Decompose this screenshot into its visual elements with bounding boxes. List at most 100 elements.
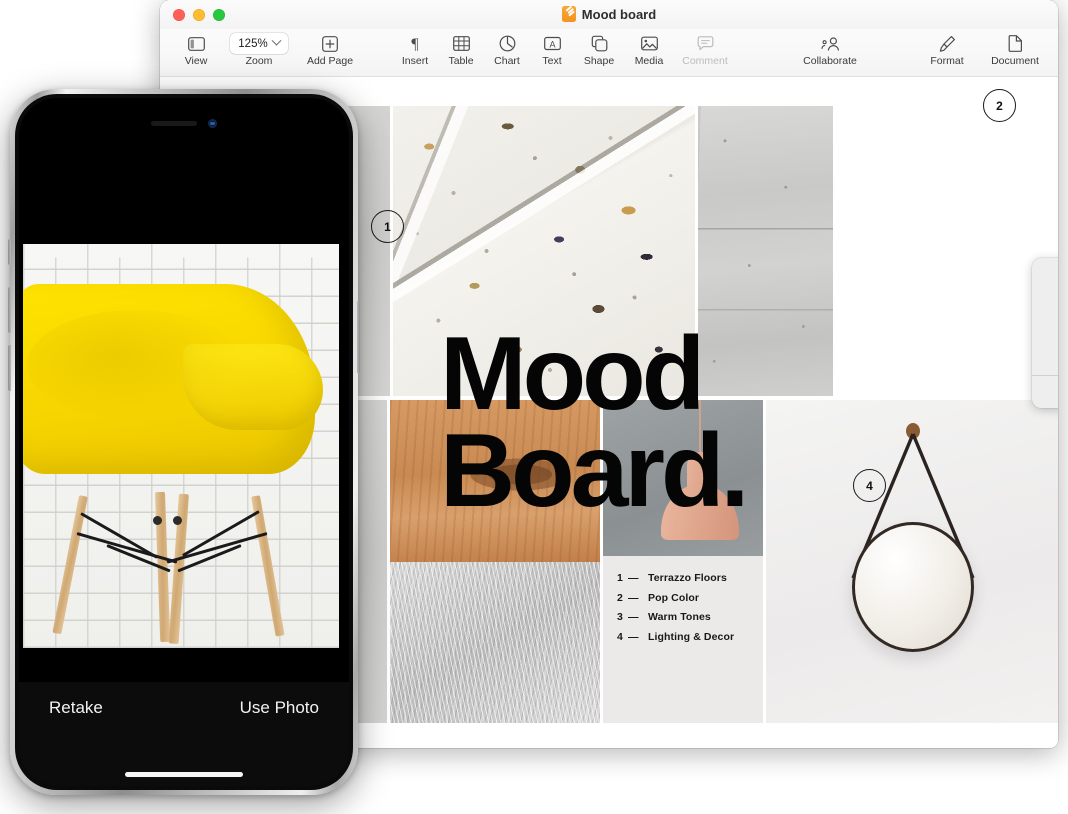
- speaker-grille-icon: [151, 121, 197, 126]
- toolbar-comment-label: Comment: [682, 55, 728, 67]
- toolbar-zoom-control[interactable]: 125% Zoom: [224, 29, 294, 67]
- legend-list: 1 — Terrazzo Floors 2 — Pop Color 3 — Wa…: [617, 572, 734, 650]
- image-tile-hanging-mirror[interactable]: [766, 400, 1058, 723]
- iphone-mute-switch[interactable]: [8, 239, 11, 265]
- toolbar-collaborate-label: Collaborate: [803, 55, 857, 67]
- annotation-badge-2[interactable]: 2: [983, 89, 1016, 122]
- legend-label: Terrazzo Floors: [648, 572, 727, 584]
- legend-number: 2: [617, 591, 623, 604]
- toolbar-insert-label: Insert: [401, 55, 429, 67]
- chair-hub-1: [153, 516, 162, 525]
- window-titlebar: Mood board: [160, 0, 1058, 29]
- toolbar-collaborate-group: Collaborate: [788, 29, 872, 77]
- legend-dash: —: [628, 591, 639, 604]
- annotation-badge-1[interactable]: 1: [371, 210, 404, 243]
- legend-dash: —: [628, 611, 639, 623]
- insert-from-iphone-popover: Take a photo with “Derek’s iPhone” Cance…: [1032, 258, 1058, 409]
- toolbar-view-label: View: [184, 55, 208, 67]
- toolbar-document-label: Document: [991, 55, 1039, 67]
- legend-item: 2 — Pop Color: [617, 592, 734, 604]
- toolbar-table-button[interactable]: Table: [438, 29, 484, 67]
- text-box-icon: A: [543, 33, 561, 54]
- use-photo-button[interactable]: Use Photo: [240, 698, 319, 718]
- comment-bubble-icon: [697, 33, 714, 54]
- toolbar-shape-button[interactable]: Shape: [574, 29, 624, 67]
- toolbar-zoom-label: Zoom: [245, 55, 273, 67]
- legend-panel[interactable]: 1 — Terrazzo Floors 2 — Pop Color 3 — Wa…: [603, 556, 763, 723]
- home-indicator[interactable]: [125, 772, 243, 777]
- legend-label: Warm Tones: [648, 611, 711, 623]
- toolbar-media-label: Media: [634, 55, 664, 67]
- toolbar-comment-button[interactable]: Comment: [674, 29, 736, 67]
- popover-cancel-button[interactable]: Cancel: [1032, 376, 1058, 408]
- legend-number: 4: [617, 630, 623, 643]
- chevron-down-icon: [271, 35, 282, 46]
- toolbar-center-group: ¶ Insert Table Chart A Text Shape Media …: [392, 29, 736, 77]
- retake-button[interactable]: Retake: [49, 698, 103, 718]
- toolbar-text-label: Text: [542, 55, 562, 67]
- toolbar-collaborate-button[interactable]: Collaborate: [788, 29, 872, 67]
- toolbar-text-button[interactable]: A Text: [530, 29, 574, 67]
- mirror-glass: [852, 522, 974, 652]
- iphone-volume-up-button[interactable]: [8, 287, 11, 333]
- iphone-volume-down-button[interactable]: [8, 345, 11, 391]
- shapes-icon: [591, 33, 608, 54]
- toolbar-document-button[interactable]: Document: [978, 29, 1052, 67]
- page-title[interactable]: Mood Board.: [440, 316, 749, 529]
- collaborate-person-icon: [820, 33, 840, 54]
- toolbar-format-label: Format: [930, 55, 964, 67]
- window-title-text: Mood board: [581, 6, 657, 22]
- pages-document-icon: [561, 6, 576, 22]
- camera-preview-controls: Retake Use Photo: [19, 682, 349, 786]
- toolbar-view-button[interactable]: View: [168, 29, 224, 67]
- legend-dash: —: [628, 630, 639, 643]
- sidebar-icon: [187, 33, 205, 54]
- toolbar-right-group: Format Document: [916, 29, 1052, 77]
- document-page-icon: [1008, 33, 1023, 54]
- legend-dash: —: [628, 572, 639, 584]
- legend-label: Lighting & Decor: [648, 630, 735, 643]
- toolbar-insert-button[interactable]: ¶ Insert: [392, 29, 438, 67]
- plus-box-icon: [322, 33, 338, 54]
- chair-hub-2: [173, 516, 182, 525]
- camera-action-row: Retake Use Photo: [19, 698, 349, 718]
- svg-text:¶: ¶: [411, 36, 419, 52]
- window-title-group: Mood board: [160, 6, 1058, 22]
- popover-line2: “Derek’s iPhone”: [1042, 347, 1058, 363]
- toolbar-shape-label: Shape: [583, 55, 615, 67]
- chair-shading: [27, 310, 242, 420]
- screenshot-stage: Mood board View 125% Zoom Add Page ¶ Ins…: [0, 0, 1068, 814]
- table-icon: [452, 33, 470, 54]
- image-tile-blank-right[interactable]: [836, 106, 1058, 396]
- toolbar-chart-button[interactable]: Chart: [484, 29, 530, 67]
- page-title-line1: Mood: [440, 316, 705, 432]
- app-toolbar: View 125% Zoom Add Page ¶ Insert Table C…: [160, 29, 1058, 77]
- iphone-notch-hardware: [151, 119, 217, 128]
- pie-chart-icon: [499, 33, 516, 54]
- toolbar-left-group: View 125% Zoom Add Page: [168, 29, 366, 77]
- legend-label: Pop Color: [648, 591, 700, 604]
- popover-body: Take a photo with “Derek’s iPhone”: [1032, 258, 1058, 375]
- pilcrow-icon: ¶: [408, 33, 422, 54]
- zoom-select[interactable]: 125%: [230, 33, 288, 54]
- toolbar-media-button[interactable]: Media: [624, 29, 674, 67]
- toolbar-add-page-button[interactable]: Add Page: [294, 29, 366, 67]
- annotation-badge-4[interactable]: 4: [853, 469, 886, 502]
- toolbar-format-button[interactable]: Format: [916, 29, 978, 67]
- iphone-side-button[interactable]: [357, 301, 360, 373]
- svg-text:A: A: [549, 39, 555, 49]
- photo-preview[interactable]: [23, 244, 339, 648]
- legend-number: 1: [617, 572, 623, 584]
- iphone-device: Retake Use Photo: [8, 89, 360, 795]
- legend-item: 4 — Lighting & Decor: [617, 631, 734, 643]
- image-tile-fur-rug[interactable]: [390, 562, 600, 723]
- iphone-screen[interactable]: Retake Use Photo: [19, 98, 349, 786]
- iphone-bezel: Retake Use Photo: [15, 94, 353, 790]
- toolbar-chart-label: Chart: [494, 55, 520, 67]
- legend-item: 1 — Terrazzo Floors: [617, 572, 734, 584]
- legend-item: 3 — Warm Tones: [617, 611, 734, 623]
- page-title-line2: Board.: [440, 412, 749, 529]
- toolbar-table-label: Table: [448, 55, 474, 67]
- toolbar-add-page-label: Add Page: [306, 55, 354, 67]
- legend-number: 3: [617, 611, 623, 623]
